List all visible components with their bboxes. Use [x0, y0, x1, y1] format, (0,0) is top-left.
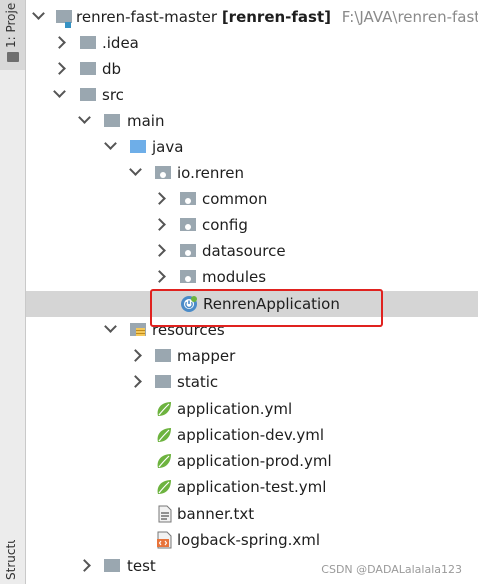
package-icon: [180, 270, 196, 283]
chevron-right-icon[interactable]: [153, 244, 166, 257]
chevron-right-icon[interactable]: [53, 62, 66, 75]
tool-window-sidebar: 1: Project Structure: [0, 0, 26, 584]
folder-icon: [104, 559, 120, 572]
folder-icon: [80, 88, 96, 101]
tree-row-application-yml[interactable]: application.yml: [26, 396, 478, 422]
chevron-down-icon[interactable]: [129, 163, 142, 176]
tree-label: java: [152, 138, 184, 156]
tree-row-application-prod-yml[interactable]: application-prod.yml: [26, 448, 478, 474]
chevron-right-icon[interactable]: [129, 375, 142, 388]
tree-row-idea[interactable]: .idea: [26, 30, 478, 56]
resources-folder-icon: [130, 323, 146, 336]
tree-row-application-dev-yml[interactable]: application-dev.yml: [26, 422, 478, 448]
tree-label: application.yml: [177, 400, 293, 418]
chevron-right-icon[interactable]: [78, 559, 91, 572]
chevron-down-icon[interactable]: [78, 111, 91, 124]
tree-row-config[interactable]: config: [26, 212, 478, 238]
tree-row-banner[interactable]: banner.txt: [26, 501, 478, 527]
project-tab-label: 1: Project: [4, 2, 18, 48]
tree-label: logback-spring.xml: [177, 531, 321, 549]
root-module: [renren-fast]: [221, 8, 332, 26]
tree-row-src[interactable]: src: [26, 82, 478, 108]
spring-leaf-icon: [157, 428, 171, 442]
tree-row-datasource[interactable]: datasource: [26, 238, 478, 264]
tree-row-java[interactable]: java: [26, 134, 478, 160]
tree-label: banner.txt: [177, 505, 255, 523]
tree-row-modules[interactable]: modules: [26, 264, 478, 290]
spring-leaf-icon: [157, 402, 171, 416]
watermark: CSDN @DADALalalala123: [321, 563, 462, 576]
tree-label: mapper: [177, 347, 236, 365]
tree-label: application-test.yml: [177, 478, 327, 496]
chevron-down-icon[interactable]: [104, 137, 117, 150]
chevron-down-icon[interactable]: [104, 320, 117, 333]
source-folder-icon: [130, 140, 146, 153]
xml-file-icon: [157, 531, 172, 549]
tree-label: test: [127, 557, 156, 575]
tree-label: application-dev.yml: [177, 426, 325, 444]
spring-leaf-icon: [157, 480, 171, 494]
project-tool-tab[interactable]: 1: Project: [0, 0, 25, 70]
chevron-down-icon[interactable]: [32, 7, 45, 20]
package-icon: [180, 244, 196, 257]
tree-row-static[interactable]: static: [26, 369, 478, 395]
tree-row-application-test-yml[interactable]: application-test.yml: [26, 474, 478, 500]
tree-label: common: [202, 190, 268, 208]
tree-row-common[interactable]: common: [26, 186, 478, 212]
red-annotation-box: [150, 289, 383, 327]
chevron-right-icon[interactable]: [153, 192, 166, 205]
package-icon: [155, 166, 171, 179]
chevron-down-icon[interactable]: [53, 85, 66, 98]
tree-row-mapper[interactable]: mapper: [26, 343, 478, 369]
chevron-right-icon[interactable]: [129, 349, 142, 362]
tree-label: db: [102, 60, 122, 78]
tree-label: modules: [202, 268, 267, 286]
folder-icon: [80, 36, 96, 49]
folder-icon: [104, 114, 120, 127]
folder-icon: [80, 62, 96, 75]
spring-leaf-icon: [157, 454, 171, 468]
root-name: renren-fast-master: [76, 8, 218, 26]
tree-row-package[interactable]: io.renren: [26, 160, 478, 186]
tree-label: .idea: [102, 34, 139, 52]
chevron-right-icon[interactable]: [153, 218, 166, 231]
module-folder-icon: [56, 10, 72, 28]
tree-label: datasource: [202, 242, 286, 260]
tree-label: config: [202, 216, 248, 234]
folder-icon: [155, 349, 171, 362]
text-file-icon: [158, 505, 172, 523]
structure-tab-label[interactable]: Structure: [4, 540, 18, 580]
tree-label: io.renren: [177, 164, 244, 182]
tree-row-main[interactable]: main: [26, 108, 478, 134]
tree-row-root[interactable]: renren-fast-master [renren-fast] F:\JAVA…: [26, 4, 478, 30]
package-icon: [180, 218, 196, 231]
tree-label: static: [177, 373, 219, 391]
chevron-right-icon[interactable]: [53, 36, 66, 49]
tree-label: application-prod.yml: [177, 452, 332, 470]
folder-icon: [7, 52, 19, 62]
chevron-right-icon[interactable]: [153, 270, 166, 283]
package-icon: [180, 192, 196, 205]
tree-label: src: [102, 86, 124, 104]
tree-label: main: [127, 112, 165, 130]
tree-row-db[interactable]: db: [26, 56, 478, 82]
root-path: F:\JAVA\renren-fast-m: [341, 8, 478, 26]
tree-row-logback[interactable]: logback-spring.xml: [26, 527, 478, 553]
folder-icon: [155, 375, 171, 388]
